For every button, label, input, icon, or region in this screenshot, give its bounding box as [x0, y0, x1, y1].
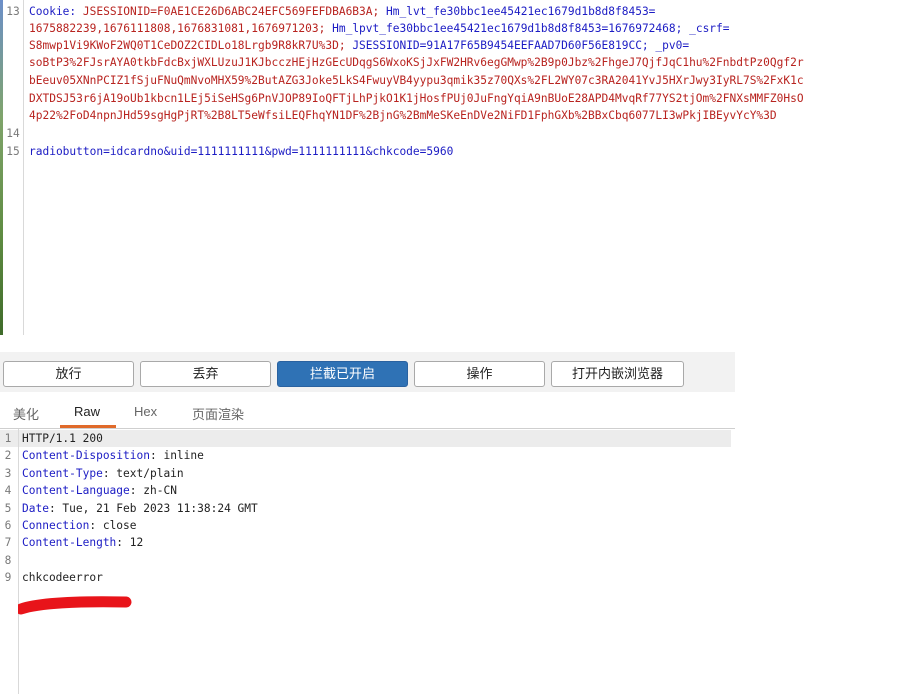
request-line-text: soBtP3%2FJsrAYA0tkbFdcBxjWXLUzuJ1KJbcczH…	[29, 56, 804, 69]
response-line-text: HTTP/1.1 200	[22, 432, 103, 445]
tab-render[interactable]: 页面渲染	[192, 404, 244, 423]
response-editor[interactable]: 1 HTTP/1.1 200 2 Content-Disposition: inlin…	[0, 429, 735, 694]
response-line: 2 Content-Disposition: inline	[0, 447, 204, 464]
request-line-text: S8mwp1Vi9KWoF2WQ0T1CeDOZ2CIDLo18Lrgb9R8k…	[29, 39, 690, 52]
forward-button[interactable]: 放行	[3, 361, 134, 387]
response-line: 3 Content-Type: text/plain	[0, 465, 184, 482]
clipped-text-row	[0, 335, 735, 350]
request-line: soBtP3%2FJsrAYA0tkbFdcBxjWXLUzuJ1KJbcczH…	[3, 55, 804, 70]
response-line: 4 Content-Language: zh-CN	[0, 482, 177, 499]
selected-tab-indicator	[60, 425, 116, 428]
tab-hex[interactable]: Hex	[134, 404, 157, 419]
response-view-tabs: 美化 Raw Hex 页面渲染	[0, 400, 735, 429]
response-line: 9 chkcodeerror	[0, 569, 103, 586]
request-line: S8mwp1Vi9KWoF2WQ0T1CeDOZ2CIDLo18Lrgb9R8k…	[3, 38, 689, 53]
request-line: 4p22%2FoD4npnJHd59sgHgPjRT%2B8LT5eWfsiLE…	[3, 108, 777, 123]
request-line: bEeuv05XNnPCIZ1fSjuFNuQmNvoMHX59%2ButAZG…	[3, 73, 804, 88]
line-number: 13	[6, 5, 20, 18]
line-number: 4	[4, 484, 12, 498]
response-line-text: Content-Disposition: inline	[22, 449, 204, 463]
intercept-toolbar: 放行 丢弃 拦截已开启 操作 打开内嵌浏览器	[0, 352, 735, 392]
line-number: 3	[4, 466, 12, 480]
tab-pretty[interactable]: 美化	[13, 404, 39, 423]
drop-button[interactable]: 丢弃	[140, 361, 271, 387]
action-button[interactable]: 操作	[414, 361, 545, 387]
request-line-text: 1675882239,1676111808,1676831081,1676971…	[29, 22, 730, 35]
intercept-on-button[interactable]: 拦截已开启	[277, 361, 408, 387]
request-line: DXTDSJ53r6jA19oUb1kbcn1LEj5iSeHSg6PnVJOP…	[3, 91, 804, 106]
open-browser-button[interactable]: 打开内嵌浏览器	[551, 361, 684, 387]
request-line-text: Cookie: JSESSIONID=F0AE1CE26D6ABC24EFC56…	[29, 5, 656, 18]
response-line: 8	[0, 552, 16, 569]
response-line-text: Content-Type: text/plain	[22, 466, 184, 480]
response-line: 1 HTTP/1.1 200	[0, 430, 103, 447]
line-number: 14	[6, 127, 20, 140]
response-line: 5 Date: Tue, 21 Feb 2023 11:38:24 GMT	[0, 500, 258, 517]
tab-raw[interactable]: Raw	[74, 404, 100, 419]
request-line-text: 4p22%2FoD4npnJHd59sgHgPjRT%2B8LT5eWfsiLE…	[29, 109, 777, 122]
line-number: 1	[4, 432, 12, 445]
request-line-text: bEeuv05XNnPCIZ1fSjuFNuQmNvoMHX59%2ButAZG…	[29, 74, 804, 87]
response-line-text: Content-Language: zh-CN	[22, 484, 177, 498]
request-editor[interactable]: 13 Cookie: JSESSIONID=F0AE1CE26D6ABC24EFC…	[0, 0, 920, 335]
request-line: 15 radiobutton=idcardno&uid=1111111111&pw…	[3, 144, 453, 159]
line-number: 7	[4, 536, 12, 550]
line-number: 9	[4, 571, 12, 585]
line-number: 8	[4, 553, 12, 567]
response-line: 7 Content-Length: 12	[0, 534, 144, 551]
request-line: 14	[3, 126, 23, 141]
request-line: 13 Cookie: JSESSIONID=F0AE1CE26D6ABC24EFC…	[3, 4, 655, 19]
response-line: 6 Connection: close	[0, 517, 137, 534]
line-number: 6	[4, 519, 12, 532]
request-line-text: radiobutton=idcardno&uid=1111111111&pwd=…	[29, 145, 454, 158]
request-line: 1675882239,1676111808,1676831081,1676971…	[3, 21, 730, 36]
line-number: 5	[4, 501, 12, 515]
line-number: 2	[4, 449, 12, 463]
current-line-highlight	[0, 430, 731, 447]
response-line-text: Date: Tue, 21 Feb 2023 11:38:24 GMT	[22, 501, 258, 515]
response-line-text: Connection: close	[22, 519, 137, 532]
response-line-text: chkcodeerror	[22, 571, 103, 585]
red-underline-annotation	[18, 596, 132, 615]
request-line-text: DXTDSJ53r6jA19oUb1kbcn1LEj5iSeHSg6PnVJOP…	[29, 92, 804, 105]
response-line-text: Content-Length: 12	[22, 536, 144, 550]
line-number: 15	[6, 145, 20, 158]
